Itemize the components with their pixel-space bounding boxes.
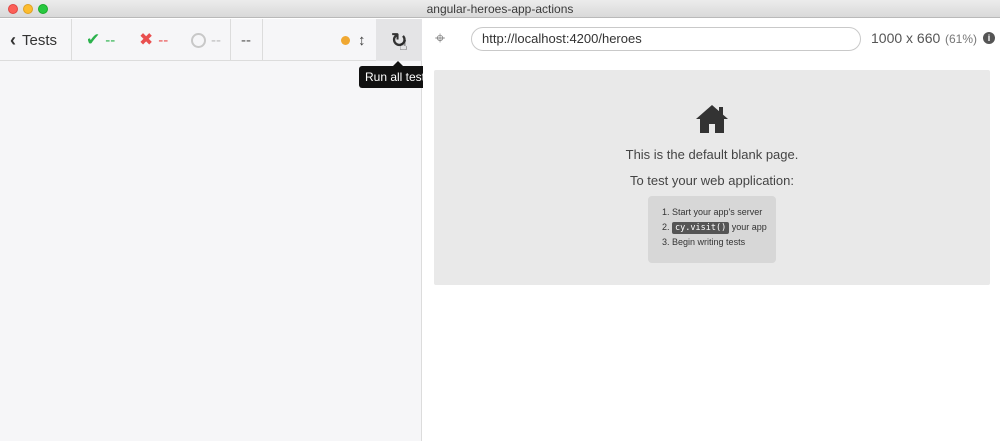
pending-count: -- <box>191 19 221 61</box>
step-text: your app <box>729 222 767 232</box>
selector-playground-icon[interactable]: ⌖ <box>435 28 445 49</box>
window-titlebar: angular-heroes-app-actions <box>0 0 1000 18</box>
step-text: Start your app's server <box>672 207 763 217</box>
passed-value: -- <box>105 31 116 49</box>
home-icon <box>696 105 728 133</box>
failed-count: ✖ -- <box>139 19 168 61</box>
hand-cursor-icon: ☝ <box>399 37 408 53</box>
cross-icon: ✖ <box>139 30 154 49</box>
viewport-scale: (61%) <box>945 32 978 46</box>
duration: -- <box>241 19 251 61</box>
divider <box>71 19 72 61</box>
code-snippet: cy.visit() <box>672 222 730 234</box>
blank-page-subtitle: To test your web application: <box>629 173 795 188</box>
reporter-header: ‹ Tests ✔ -- ✖ -- -- -- ↕ ↻ <box>0 19 422 61</box>
window-maximize-button[interactable] <box>38 4 48 14</box>
back-label: Tests <box>22 31 58 49</box>
blank-page-title: This is the default blank page. <box>625 147 799 162</box>
pending-value: -- <box>211 31 221 49</box>
failed-value: -- <box>158 31 169 49</box>
step-text: Begin writing tests <box>672 237 746 247</box>
status-dot-icon <box>341 35 350 45</box>
back-to-tests-button[interactable]: ‹ Tests <box>10 19 57 61</box>
viewport-size: 1000 x 660 <box>871 30 941 46</box>
window-title: angular-heroes-app-actions <box>426 2 574 16</box>
info-icon[interactable]: i <box>983 32 995 44</box>
window-close-button[interactable] <box>8 4 18 14</box>
chevron-left-icon: ‹ <box>10 29 16 50</box>
divider <box>230 19 231 61</box>
instructions-list: 1. Start your app's server 2. cy.visit()… <box>648 196 776 263</box>
step-number: 2. <box>662 222 670 232</box>
step-number: 1. <box>662 207 670 217</box>
divider <box>262 19 263 61</box>
list-item: 3. Begin writing tests <box>662 235 776 250</box>
list-item: 1. Start your app's server <box>662 205 776 220</box>
step-number: 3. <box>662 237 670 247</box>
url-bar[interactable]: http://localhost:4200/heroes <box>471 27 861 51</box>
vertical-arrows-icon: ↕ <box>358 31 366 49</box>
list-item: 2. cy.visit() your app <box>662 220 776 235</box>
passed-count: ✔ -- <box>86 19 115 61</box>
check-icon: ✔ <box>86 30 101 49</box>
pending-circle-icon <box>191 32 206 48</box>
window-minimize-button[interactable] <box>23 4 33 14</box>
duration-value: -- <box>241 31 251 49</box>
auto-scroll-toggle[interactable]: ↕ <box>341 19 366 61</box>
